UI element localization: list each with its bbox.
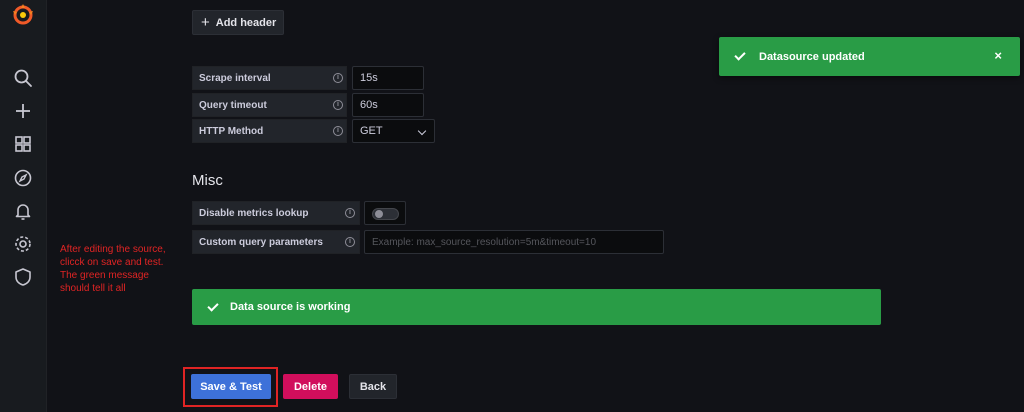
query-timeout-input[interactable]: 60s: [352, 93, 424, 117]
scrape-interval-label: Scrape interval i: [192, 66, 347, 90]
info-icon[interactable]: i: [345, 237, 355, 247]
chevron-down-icon: [417, 126, 427, 136]
check-icon: [207, 299, 219, 312]
side-menu: [0, 0, 47, 412]
http-method-label-text: HTTP Method: [199, 125, 264, 137]
toggle-knob: [375, 210, 383, 218]
scrape-interval-label-text: Scrape interval: [199, 72, 271, 84]
plus-icon[interactable]: [12, 100, 34, 122]
misc-section-title: Misc: [192, 172, 223, 189]
http-method-value: GET: [360, 125, 383, 137]
check-icon: [734, 49, 746, 61]
search-icon[interactable]: [12, 67, 34, 89]
working-message: Data source is working: [230, 301, 351, 313]
grafana-logo-icon[interactable]: [10, 2, 36, 26]
shield-icon[interactable]: [12, 266, 34, 288]
http-method-label: HTTP Method i: [192, 119, 347, 143]
query-timeout-label-text: Query timeout: [199, 99, 267, 111]
info-icon[interactable]: i: [333, 126, 343, 136]
datasource-updated-toast: Datasource updated ×: [719, 37, 1020, 76]
data-source-working-alert: Data source is working: [192, 289, 881, 325]
disable-metrics-lookup-label-text: Disable metrics lookup: [199, 207, 309, 219]
add-header-button[interactable]: + Add header: [192, 10, 284, 35]
query-timeout-label: Query timeout i: [192, 93, 347, 117]
delete-button[interactable]: Delete: [283, 374, 338, 399]
compass-icon[interactable]: [12, 167, 34, 189]
info-icon[interactable]: i: [333, 73, 343, 83]
toast-message: Datasource updated: [759, 50, 865, 63]
custom-query-parameters-label: Custom query parameters i: [192, 230, 360, 254]
toggle-track: [372, 208, 399, 220]
info-icon[interactable]: i: [333, 100, 343, 110]
custom-query-parameters-label-text: Custom query parameters: [199, 236, 323, 248]
custom-query-parameters-input[interactable]: Example: max_source_resolution=5m&timeou…: [364, 230, 664, 254]
close-icon[interactable]: ×: [994, 49, 1002, 62]
disable-metrics-lookup-toggle[interactable]: [364, 201, 406, 225]
save-and-test-button[interactable]: Save & Test: [191, 374, 271, 399]
info-icon[interactable]: i: [345, 208, 355, 218]
plus-icon: +: [201, 14, 210, 31]
tutorial-annotation: After editing the source, clicck on save…: [60, 244, 166, 294]
add-header-label: Add header: [215, 16, 277, 29]
back-button[interactable]: Back: [349, 374, 397, 399]
dashboards-grid-icon[interactable]: [12, 133, 34, 155]
scrape-interval-input[interactable]: 15s: [352, 66, 424, 90]
bell-icon[interactable]: [12, 200, 34, 222]
http-method-select[interactable]: GET: [352, 119, 435, 143]
disable-metrics-lookup-label: Disable metrics lookup i: [192, 201, 360, 225]
gear-icon[interactable]: [12, 233, 34, 255]
